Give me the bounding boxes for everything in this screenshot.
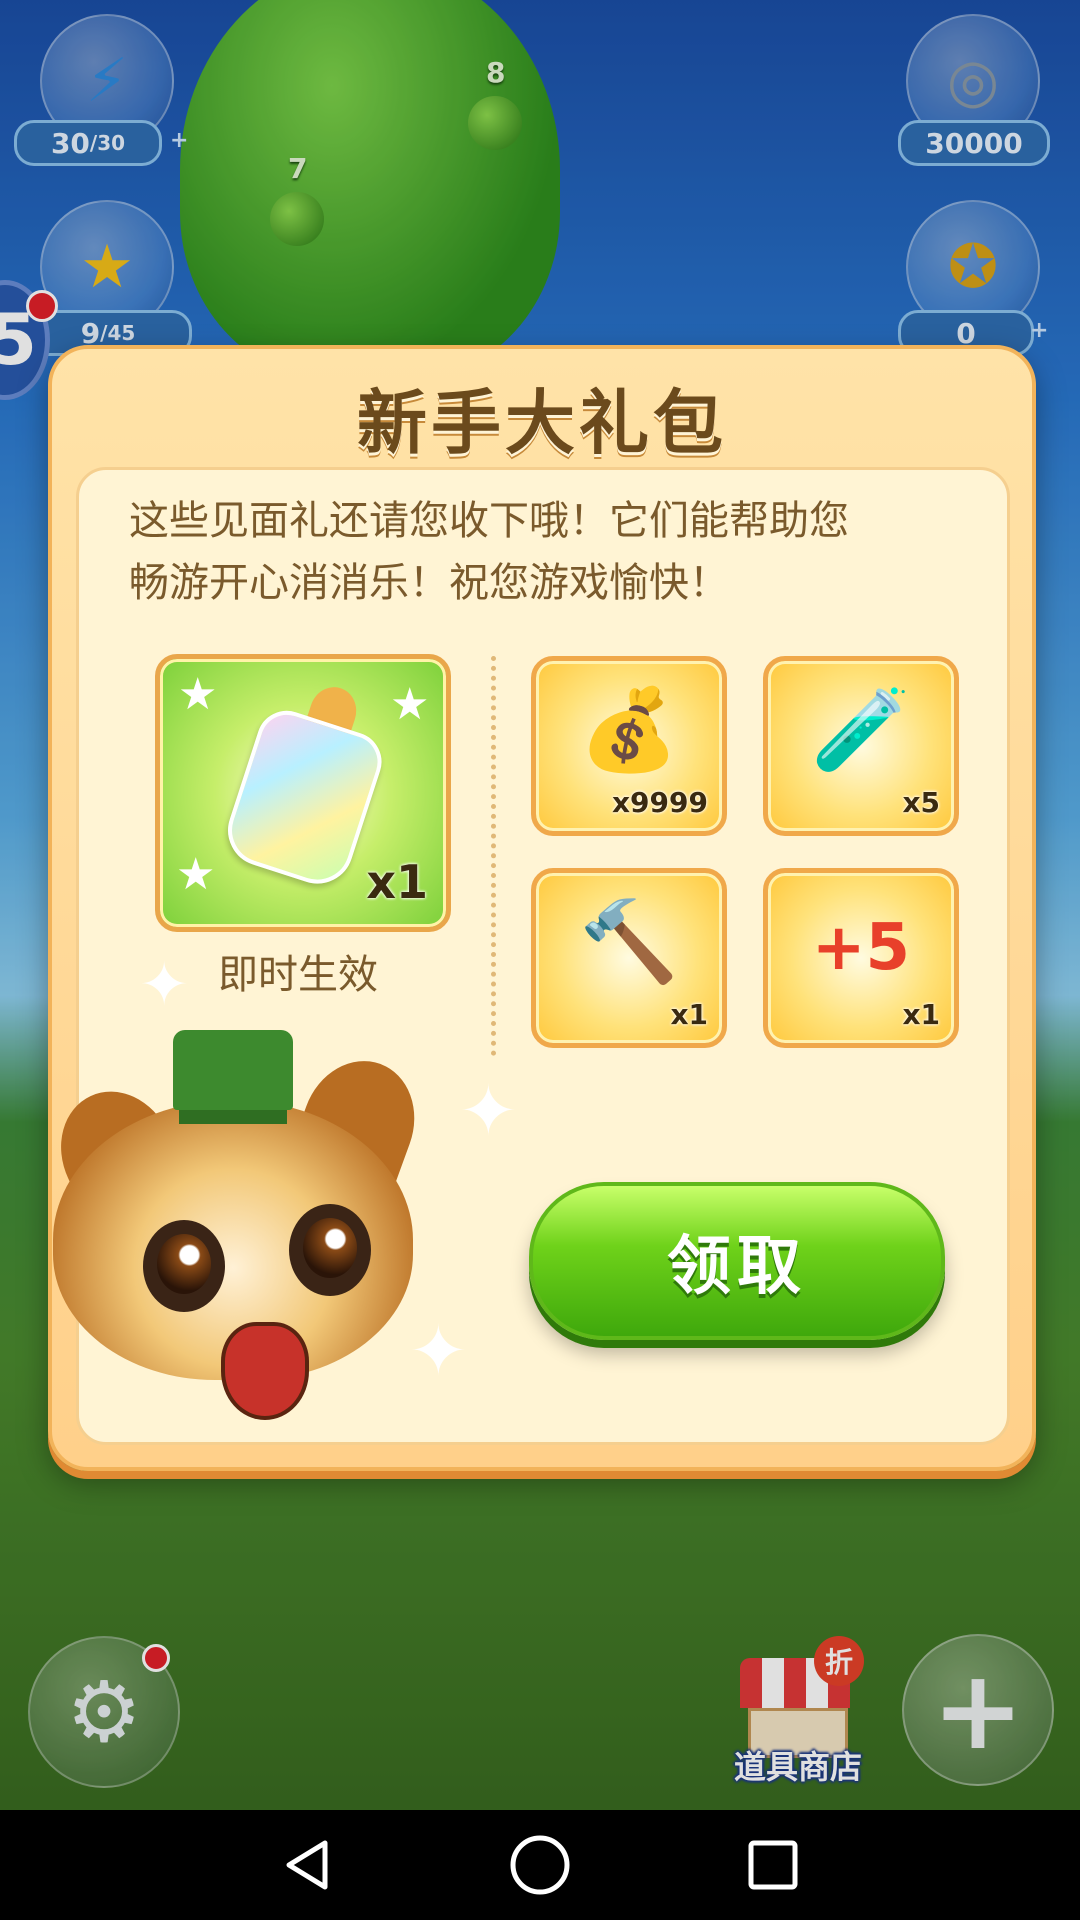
raccoon-eye <box>143 1220 225 1312</box>
sparkle-icon: ★ <box>176 849 216 900</box>
coin-sack-icon: 💰 <box>579 683 679 776</box>
back-icon <box>286 1840 328 1890</box>
raccoon-mouth <box>221 1322 309 1420</box>
raccoon-hat <box>173 1030 293 1110</box>
back-button[interactable] <box>267 1825 347 1905</box>
baby-bottle-icon <box>218 703 390 893</box>
reward-quantity: x1 <box>670 998 708 1031</box>
reward-card-coins: 💰 x9999 <box>531 656 727 836</box>
sparkle-icon: ★ <box>178 669 218 720</box>
claim-button[interactable]: 领取 <box>529 1182 945 1340</box>
system-navigation-bar <box>0 1810 1080 1920</box>
raccoon-head <box>53 1100 413 1420</box>
dialog-intro-text: 这些见面礼还请您收下哦！它们能帮助您 畅游开心消消乐！祝您游戏愉快！ <box>129 490 969 614</box>
reward-quantity: x5 <box>902 786 940 819</box>
home-button[interactable] <box>500 1825 580 1905</box>
sparkle-icon: ✦ <box>409 1310 468 1392</box>
dialog-title: 新手大礼包 <box>357 382 727 464</box>
reward-quantity: x9999 <box>612 786 708 819</box>
starter-pack-dialog: 新手大礼包 这些见面礼还请您收下哦！它们能帮助您 畅游开心消消乐！祝您游戏愉快！… <box>40 345 1036 1471</box>
featured-quantity: x1 <box>366 855 428 909</box>
sparkle-icon: ✦ <box>139 950 190 1020</box>
energy-potion-icon: 🧪 <box>811 683 911 776</box>
raccoon-mascot <box>33 1030 453 1450</box>
recents-icon <box>748 1840 798 1890</box>
home-icon <box>510 1835 570 1895</box>
intro-line-1: 这些见面礼还请您收下哦！它们能帮助您 <box>129 498 849 544</box>
reward-card-plus-five: +5 x1 <box>763 868 959 1048</box>
featured-reward-card: ★ ★ ★ x1 <box>155 654 451 932</box>
sparkle-icon: ★ <box>390 679 430 730</box>
hammer-icon: 🔨 <box>579 895 679 988</box>
reward-card-hammer: 🔨 x1 <box>531 868 727 1048</box>
reward-divider <box>491 656 496 1056</box>
intro-line-2: 畅游开心消消乐！祝您游戏愉快！ <box>129 560 729 606</box>
sparkle-icon: ✦ <box>459 1070 518 1152</box>
raccoon-eye <box>289 1204 371 1296</box>
plus-five-swap-icon: +5 <box>811 911 911 985</box>
featured-caption: 即时生效 <box>218 952 378 998</box>
recents-button[interactable] <box>733 1825 813 1905</box>
reward-card-potion: 🧪 x5 <box>763 656 959 836</box>
dialog-content-panel: 这些见面礼还请您收下哦！它们能帮助您 畅游开心消消乐！祝您游戏愉快！ ★ ★ ★… <box>40 467 1010 1445</box>
reward-quantity: x1 <box>902 998 940 1031</box>
